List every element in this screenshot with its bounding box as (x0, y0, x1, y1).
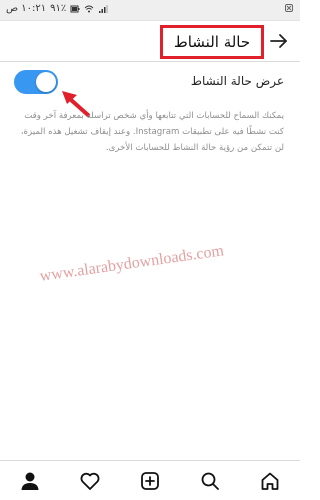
arrow-right-icon[interactable] (268, 30, 290, 52)
status-right (284, 3, 294, 13)
nav-activity[interactable] (70, 461, 110, 500)
nav-add[interactable] (130, 461, 170, 500)
header: حالة النشاط (0, 21, 300, 62)
nav-home[interactable] (250, 461, 290, 500)
battery-icon (70, 5, 80, 12)
page-title: حالة النشاط (173, 33, 251, 51)
wifi-icon (84, 5, 94, 12)
header-title-highlight: حالة النشاط (160, 25, 264, 59)
status-bar: ١٠:٢١ ص ٩١٪ (0, 0, 300, 21)
search-icon (201, 472, 219, 490)
status-left: ١٠:٢١ ص ٩١٪ (6, 3, 109, 14)
watermark: www.alarabydownloads.com (38, 242, 225, 285)
battery-percent: ٩١٪ (50, 3, 67, 14)
home-icon (261, 472, 279, 490)
heart-icon (80, 472, 100, 490)
toggle-knob (36, 72, 56, 92)
setting-description: يمكنك السماح للحسابات التي تتابعها وأي ش… (20, 111, 284, 153)
bottom-nav (0, 460, 300, 500)
nav-profile[interactable] (10, 461, 50, 500)
activity-status-toggle[interactable] (14, 70, 58, 94)
signal-icon (99, 4, 109, 13)
profile-icon (21, 472, 39, 490)
status-time: ١٠:٢١ ص (6, 3, 47, 14)
nav-search[interactable] (190, 461, 230, 500)
notification-icon (285, 4, 293, 12)
activity-status-setting: عرض حالة النشاط (0, 62, 300, 117)
setting-label: عرض حالة النشاط (190, 74, 284, 88)
add-post-icon (141, 472, 159, 490)
activity-status-screen: ١٠:٢١ ص ٩١٪ حالة النشاط عرض حالة النشاط … (0, 0, 300, 500)
